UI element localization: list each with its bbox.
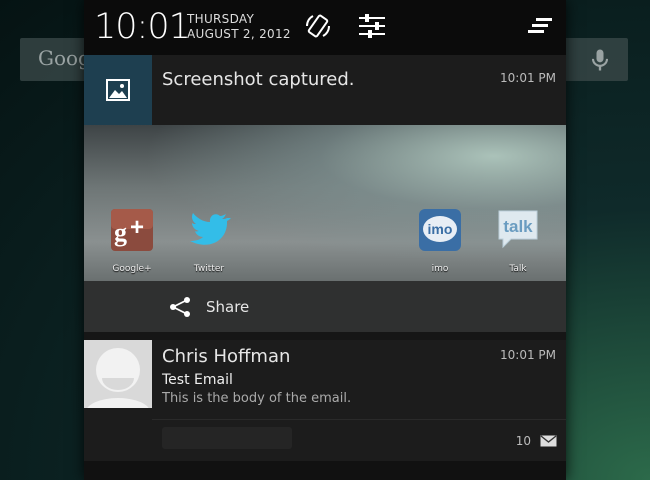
- sender-name: Chris Hoffman: [162, 346, 291, 367]
- date: AUGUST 2, 2012: [187, 27, 291, 41]
- share-icon: [170, 297, 190, 317]
- mail-icon: [540, 435, 557, 447]
- auto-rotate-icon[interactable]: [302, 10, 334, 42]
- shade-bottom: [84, 461, 566, 480]
- default-contact-icon: [84, 340, 152, 408]
- talk-icon: talk: [498, 210, 538, 249]
- unread-count: 10: [515, 434, 531, 448]
- share-target-label: imo: [431, 264, 449, 274]
- avatar: [84, 340, 152, 408]
- clock: 10:01: [94, 7, 191, 47]
- google-plus-icon: g +: [111, 209, 153, 251]
- email-notification[interactable]: Chris Hoffman 10:01 PM Test Email This i…: [84, 340, 566, 480]
- svg-text:+: +: [130, 214, 144, 241]
- imo-icon: imo: [419, 209, 461, 251]
- mic-icon[interactable]: [586, 46, 614, 74]
- share-target-twitter[interactable]: Twitter: [179, 208, 239, 274]
- email-body: This is the body of the email.: [162, 391, 352, 406]
- share-target-google-plus[interactable]: g + Google+: [102, 208, 162, 274]
- notification-time: 10:01 PM: [500, 71, 556, 85]
- divider: [152, 419, 566, 420]
- share-target-imo[interactable]: imo imo: [410, 208, 470, 274]
- notification-time: 10:01 PM: [500, 348, 556, 362]
- screenshot-notification[interactable]: Screenshot captured. 10:01 PM: [84, 55, 566, 125]
- status-bar-header: 10:01 THURSDAY AUGUST 2, 2012: [84, 0, 566, 55]
- search-brand-label: Goog: [38, 46, 91, 70]
- day-of-week: THURSDAY: [187, 12, 255, 26]
- twitter-icon: [190, 213, 231, 245]
- notification-title: Screenshot captured.: [162, 69, 355, 90]
- image-icon: [106, 79, 130, 101]
- share-target-label: Talk: [509, 264, 527, 274]
- share-action-button[interactable]: Share: [84, 281, 566, 332]
- screenshot-preview[interactable]: g + Google+ Twitter imo imo talk Talk: [84, 125, 566, 281]
- share-target-talk[interactable]: talk Talk: [488, 208, 548, 274]
- clear-all-icon[interactable]: [524, 10, 556, 42]
- svg-text:imo: imo: [428, 221, 453, 237]
- svg-text:g: g: [114, 218, 127, 247]
- svg-text:talk: talk: [503, 217, 533, 236]
- account-redacted: [162, 427, 292, 449]
- settings-sliders-icon[interactable]: [356, 10, 388, 42]
- notification-shade: 10:01 THURSDAY AUGUST 2, 2012 Screenshot…: [84, 0, 566, 480]
- notification-icon-box: [84, 55, 152, 125]
- share-action-label: Share: [206, 298, 250, 316]
- share-target-label: Twitter: [193, 264, 225, 274]
- email-subject: Test Email: [162, 372, 233, 388]
- share-target-label: Google+: [112, 264, 152, 274]
